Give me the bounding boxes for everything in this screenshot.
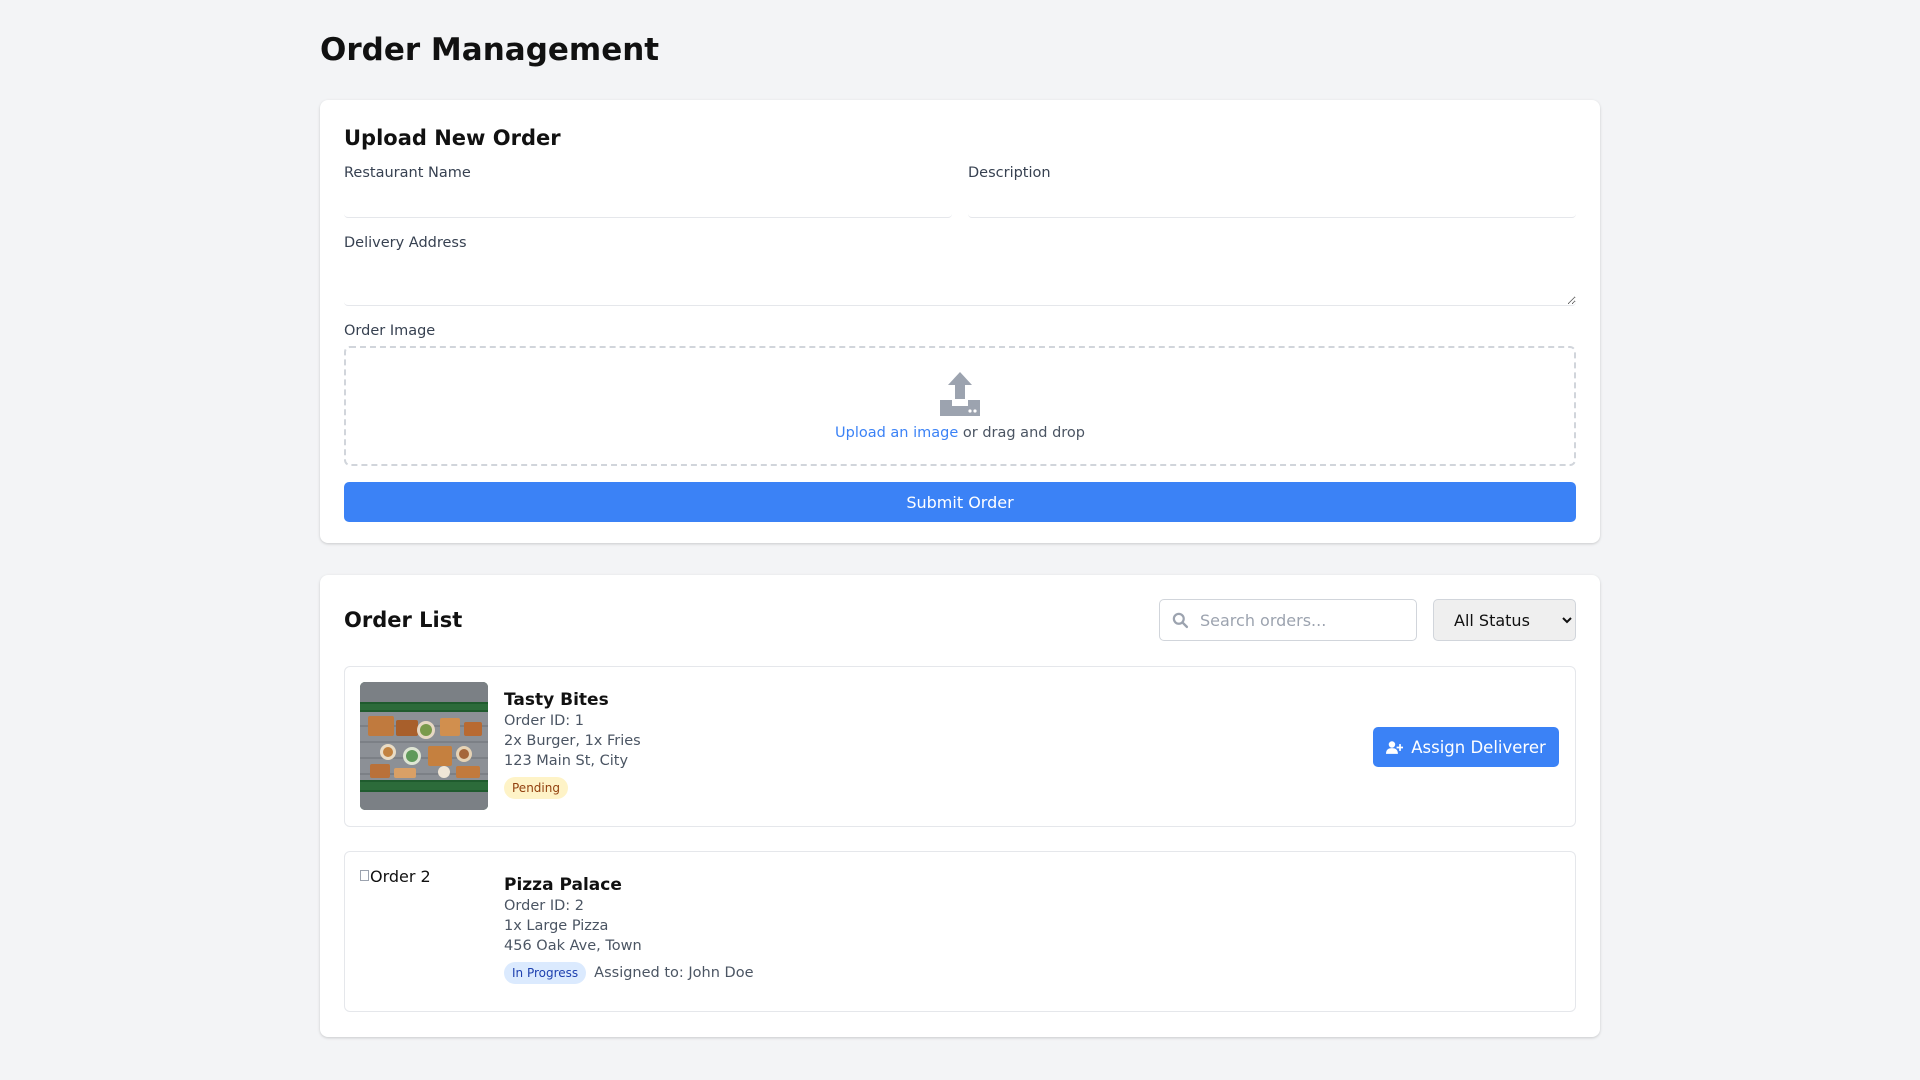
delivery-address-textarea[interactable]: [344, 258, 1576, 306]
restaurant-field-group: Restaurant Name: [344, 164, 952, 218]
name-description-row: Restaurant Name Description: [344, 164, 1576, 218]
user-plus-icon: [1386, 740, 1404, 754]
status-row: Pending: [504, 777, 641, 799]
image-field-group: Order Image Upload an image or drag and …: [344, 322, 1576, 466]
dropzone-text: Upload an image or drag and drop: [835, 424, 1085, 442]
order-item: Tasty Bites Order ID: 1 2x Burger, 1x Fr…: [344, 666, 1576, 827]
order-list-title: Order List: [344, 608, 463, 632]
upload-order-card: Upload New Order Restaurant Name Descrip…: [320, 100, 1600, 543]
order-id: Order ID: 2: [504, 898, 584, 914]
description-field-group: Description: [968, 164, 1576, 218]
main-container: Order Management Upload New Order Restau…: [320, 0, 1600, 1037]
description-input[interactable]: [968, 188, 1576, 218]
order-image-broken: Order 2: [360, 867, 488, 995]
assign-deliverer-button[interactable]: Assign Deliverer: [1373, 727, 1559, 767]
status-row: In Progress Assigned to: John Doe: [504, 962, 754, 984]
order-items: 2x Burger, 1x Fries: [504, 733, 641, 749]
list-tools: All Status: [1159, 599, 1576, 641]
page-title: Order Management: [320, 32, 660, 68]
order-info: Pizza Palace Order ID: 2 1x Large Pizza …: [504, 867, 754, 996]
broken-image-icon: [360, 870, 369, 881]
order-list-card: Order List All Status: [320, 575, 1600, 1037]
order-address: 456 Oak Ave, Town: [504, 938, 642, 954]
order-items: 1x Large Pizza: [504, 918, 609, 934]
status-badge: In Progress: [504, 962, 587, 984]
search-icon: [1172, 612, 1189, 629]
upload-icon: [940, 372, 980, 416]
assign-deliverer-label: Assign Deliverer: [1411, 737, 1546, 757]
status-badge: Pending: [504, 777, 568, 799]
search-input[interactable]: [1200, 600, 1410, 640]
address-field-group: Delivery Address: [344, 234, 1576, 306]
search-box: [1159, 599, 1417, 641]
restaurant-name-input[interactable]: [344, 188, 952, 218]
order-list-header: Order List All Status: [344, 599, 1576, 641]
delivery-address-label: Delivery Address: [344, 235, 467, 251]
order-info: Tasty Bites Order ID: 1 2x Burger, 1x Fr…: [504, 682, 641, 811]
upload-section-title: Upload New Order: [344, 126, 561, 150]
order-image: [360, 682, 488, 810]
description-label: Description: [968, 165, 1051, 181]
food-photo: [360, 682, 488, 810]
image-dropzone[interactable]: Upload an image or drag and drop: [344, 346, 1576, 466]
drag-drop-hint: or drag and drop: [958, 425, 1085, 441]
order-id: Order ID: 1: [504, 713, 584, 729]
assigned-to-text: Assigned to: John Doe: [594, 965, 754, 981]
order-item: Order 2 Pizza Palace Order ID: 2 1x Larg…: [344, 851, 1576, 1012]
status-filter-select[interactable]: All Status: [1433, 599, 1576, 641]
restaurant-name: Pizza Palace: [504, 875, 622, 895]
submit-order-button[interactable]: Submit Order: [344, 482, 1576, 522]
order-image-alt: Order 2: [370, 867, 431, 886]
upload-image-link[interactable]: Upload an image: [835, 425, 958, 441]
restaurant-name: Tasty Bites: [504, 690, 609, 710]
order-image-label: Order Image: [344, 323, 436, 339]
restaurant-name-label: Restaurant Name: [344, 165, 471, 181]
order-address: 123 Main St, City: [504, 753, 629, 769]
